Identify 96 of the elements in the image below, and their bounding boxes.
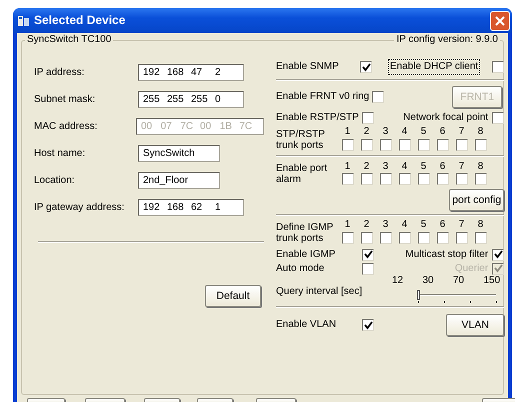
port-number: 5 [420,126,428,138]
checkbox[interactable] [474,232,486,244]
checkbox-label: Enable DHCP client [390,61,478,73]
port-number: 3 [382,126,390,138]
app-icon [17,14,31,28]
group-title: SyncSwitch TC100 [25,34,114,46]
checkbox[interactable] [362,319,374,331]
checkbox[interactable] [342,232,354,244]
checkbox-label: Multicast stop filter [405,248,488,260]
checkbox[interactable] [372,91,384,103]
port-number: 4 [400,160,408,172]
checkbox[interactable] [398,173,410,185]
checkbox-label: Enable SNMP [276,61,340,73]
port-number: 3 [382,219,390,230]
checkbox[interactable] [456,232,468,244]
field-label: Location: [34,174,76,186]
port-number: 6 [438,126,446,138]
checkbox[interactable] [474,173,486,185]
port-number: 2 [362,126,370,138]
checkbox[interactable] [342,138,354,150]
checkbox[interactable] [456,138,468,150]
checkbox[interactable] [360,173,372,185]
checkbox[interactable] [436,173,448,185]
checkbox-label: Enable FRNT v0 ring [276,91,370,103]
port-number: 8 [476,219,484,230]
field-label: Host name: [34,148,86,160]
tick-label: 150 [484,274,500,286]
checkbox[interactable] [436,138,448,150]
checkbox[interactable] [380,138,392,150]
tick-label: 70 [453,274,464,286]
port-number: 1 [344,160,352,172]
input-field[interactable]: SyncSwitch [138,145,220,162]
checkbox[interactable] [492,112,504,124]
port-number: 5 [420,160,428,172]
field-label: MAC address: [34,120,98,132]
checkbox[interactable] [492,248,504,260]
checkbox[interactable] [360,61,372,73]
checkbox[interactable] [360,138,372,150]
default-button[interactable]: Default [205,285,261,307]
close-button[interactable] [490,10,510,30]
checkbox[interactable] [398,232,410,244]
checkbox[interactable] [362,262,374,274]
port-number: 7 [458,219,466,230]
input-field[interactable]: 192 168 62 1 [138,199,244,216]
port-number: 6 [438,160,446,172]
window-title: Selected Device [34,14,126,28]
slider-thumb[interactable] [417,290,420,300]
port-number: 8 [476,126,484,138]
port-group-label: Enable port alarm [276,163,328,185]
input-field[interactable]: 255 255 255 0 [138,91,244,108]
port-number: 2 [362,160,370,172]
field-label: IP address: [34,66,86,78]
version-label: IP config version: 9.9.0 [394,34,500,46]
port-group-label: Define IGMP trunk ports [276,222,334,244]
port-number: 3 [382,160,390,172]
checkbox[interactable] [474,138,486,150]
checkbox[interactable] [380,232,392,244]
checkbox-label: Enable RSTP/STP [276,112,358,124]
checkbox-label: Auto mode [276,262,326,274]
checkbox[interactable] [418,173,430,185]
port-number: 8 [476,160,484,172]
port-number: 7 [458,126,466,138]
checkbox[interactable] [398,138,410,150]
checkbox[interactable] [380,173,392,185]
port-number: 1 [344,219,352,230]
checkbox-label: Enable IGMP [276,248,336,260]
checkbox-label: Enable VLAN [276,319,338,331]
slider-label: Query interval [sec] [276,286,362,298]
port-number: 7 [458,160,466,172]
checkbox[interactable] [418,232,430,244]
checkbox[interactable] [456,173,468,185]
checkbox[interactable] [342,173,354,185]
field-label: IP gateway address: [34,202,126,214]
slider[interactable] [418,290,496,304]
checkbox-label: Network focal point [403,112,488,124]
port-number: 5 [420,219,428,230]
port-number: 2 [362,219,370,230]
input-field[interactable]: 192 168 47 2 [138,64,244,81]
checkbox[interactable] [360,232,372,244]
checkbox[interactable] [418,138,430,150]
port-group-label: STP/RSTP trunk ports [276,128,326,150]
close-icon [494,14,506,26]
tick-label: 30 [422,274,434,286]
port-config-button[interactable]: port config [449,189,504,211]
vlan-button[interactable]: VLAN [446,314,504,336]
port-number: 4 [400,126,408,138]
input-field[interactable]: 2nd_Floor [138,172,220,189]
port-number: 1 [344,126,352,138]
checkbox[interactable] [362,248,374,260]
checkbox[interactable] [362,112,374,124]
checkbox[interactable] [492,61,504,73]
port-number: 6 [438,219,446,230]
port-number: 4 [400,219,408,230]
tick-label: 12 [392,274,404,286]
field-label: Subnet mask: [34,94,96,106]
checkbox[interactable] [436,232,448,244]
